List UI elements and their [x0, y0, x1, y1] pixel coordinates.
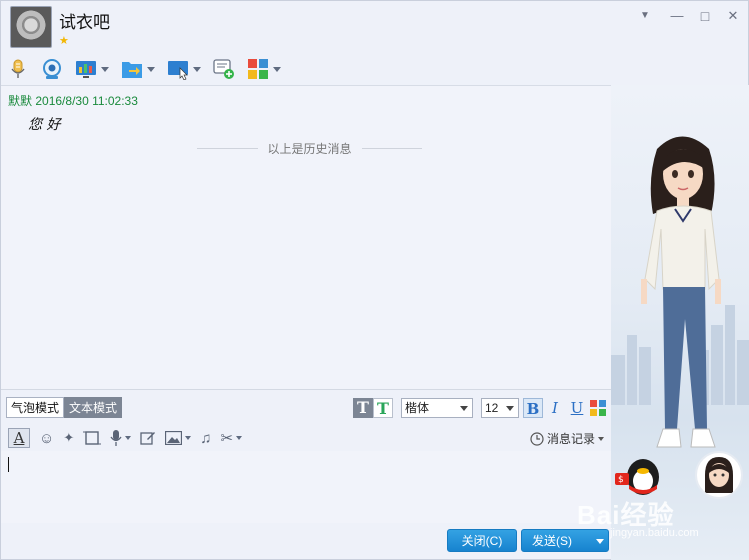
chat-window: 试衣吧 ★ ▼ — □ ✕ 默默 2016/8/30 11:02:33 您 好 …	[0, 0, 749, 560]
font-icon: A	[8, 428, 30, 448]
title-bar: 试衣吧 ★ ▼ — □ ✕	[1, 1, 749, 53]
minimize-button[interactable]: —	[667, 7, 687, 25]
clock-icon	[530, 431, 544, 446]
italic-button[interactable]: I	[545, 398, 565, 418]
input-toolbar: A ☺ ✦ ♫ ✂	[8, 427, 251, 449]
color-palette-icon[interactable]	[590, 400, 606, 416]
message-header: 默默 2016/8/30 11:02:33	[8, 92, 138, 109]
remote-desktop-icon	[168, 61, 188, 80]
file-transfer-icon	[122, 62, 142, 78]
font-size-value: 12	[485, 401, 499, 415]
history-note: 以上是历史消息	[267, 142, 352, 156]
contact-avatar[interactable]	[10, 6, 52, 48]
font-button[interactable]: A	[8, 428, 30, 448]
divider-line	[361, 148, 423, 149]
video-call-button[interactable]	[41, 55, 63, 83]
my-avatar[interactable]	[695, 451, 743, 499]
chevron-down-icon[interactable]	[193, 66, 201, 72]
scissors-icon: ✂	[220, 430, 234, 447]
text-mode-button[interactable]: 文本模式	[64, 397, 123, 418]
music-note-icon: ♫	[200, 429, 212, 447]
close-button[interactable]: 关闭(C)	[447, 529, 517, 552]
screenshot-button[interactable]: ✂	[220, 429, 243, 447]
font-family-value: 楷体	[405, 401, 430, 415]
input-divider	[1, 389, 611, 390]
text-cursor	[8, 457, 9, 472]
screen-share-icon	[76, 61, 96, 78]
font-family-select[interactable]: 楷体	[401, 398, 473, 418]
chevron-down-icon	[598, 436, 605, 441]
chevron-down-icon[interactable]	[125, 436, 132, 440]
close-window-button[interactable]: ✕	[723, 7, 743, 25]
bold-button[interactable]: B	[523, 398, 543, 418]
add-chat-button[interactable]	[213, 55, 235, 83]
divider-line	[197, 148, 258, 149]
bubble-mode-button[interactable]: 气泡模式	[6, 397, 65, 418]
font-tools: T T 楷体 12 B I U	[353, 398, 606, 418]
chevron-down-icon	[506, 406, 514, 411]
message-text: 您 好	[28, 117, 61, 133]
colored-text-icon[interactable]: T	[373, 398, 393, 418]
magic-button[interactable]: ✦	[63, 430, 74, 446]
magic-wand-icon: ✦	[63, 430, 75, 445]
chevron-down-icon[interactable]	[185, 436, 192, 440]
image-icon	[165, 431, 183, 445]
text-format-icon[interactable]: T	[353, 398, 373, 418]
edit-button[interactable]	[140, 430, 156, 446]
message-time: 2016/8/30 11:02:33	[35, 94, 138, 108]
chevron-down-icon[interactable]	[273, 66, 281, 72]
microphone-icon	[110, 430, 122, 446]
voice-call-button[interactable]	[7, 55, 29, 83]
dropdown-menu-button[interactable]: ▼	[635, 7, 655, 25]
microphone-icon	[11, 59, 25, 78]
send-button[interactable]: 发送(S)	[521, 529, 609, 552]
message-sender[interactable]: 默默	[8, 94, 32, 108]
remote-desktop-button[interactable]	[167, 55, 201, 83]
music-button[interactable]: ♫	[200, 430, 211, 447]
screenshot-area-button[interactable]	[83, 430, 102, 446]
emoji-button[interactable]: ☺	[39, 430, 54, 447]
svg-text:$: $	[618, 475, 624, 485]
maximize-button[interactable]: □	[695, 7, 715, 25]
add-chat-icon	[213, 59, 234, 79]
message-input[interactable]	[1, 451, 611, 523]
chevron-down-icon[interactable]	[236, 436, 243, 440]
font-size-select[interactable]: 12	[481, 398, 519, 418]
apps-icon	[248, 59, 268, 79]
girl-portrait-icon	[705, 457, 733, 493]
chevron-down-icon[interactable]	[596, 539, 604, 544]
capture-icon	[83, 431, 102, 445]
display-mode-toggle: 气泡模式 文本模式	[6, 397, 123, 418]
send-image-button[interactable]	[165, 431, 192, 445]
chevron-down-icon	[460, 406, 468, 411]
message-history-button[interactable]: 消息记录	[530, 430, 605, 447]
chevron-down-icon[interactable]	[101, 66, 109, 72]
contact-name[interactable]: 试衣吧	[59, 8, 110, 33]
voice-message-button[interactable]	[110, 430, 132, 446]
video-camera-icon	[43, 59, 61, 79]
smiley-icon: ☺	[39, 429, 55, 447]
chat-toolbar	[7, 54, 293, 84]
message-area: 默默 2016/8/30 11:02:33 您 好 以上是历史消息	[1, 86, 611, 389]
screen-share-button[interactable]	[75, 55, 109, 83]
history-separator: 以上是历史消息	[197, 140, 423, 157]
file-transfer-button[interactable]	[121, 55, 155, 83]
star-icon: ★	[59, 35, 69, 47]
watermark-url: jingyan.baidu.com	[610, 527, 699, 539]
qq-penguin-icon: $	[615, 459, 659, 495]
message-history-label: 消息记录	[547, 432, 596, 446]
underline-button[interactable]: U	[567, 398, 587, 418]
send-button-label: 发送(S)	[532, 534, 572, 548]
chevron-down-icon[interactable]	[147, 66, 155, 72]
apps-button[interactable]	[247, 55, 281, 83]
edit-icon	[140, 432, 156, 445]
